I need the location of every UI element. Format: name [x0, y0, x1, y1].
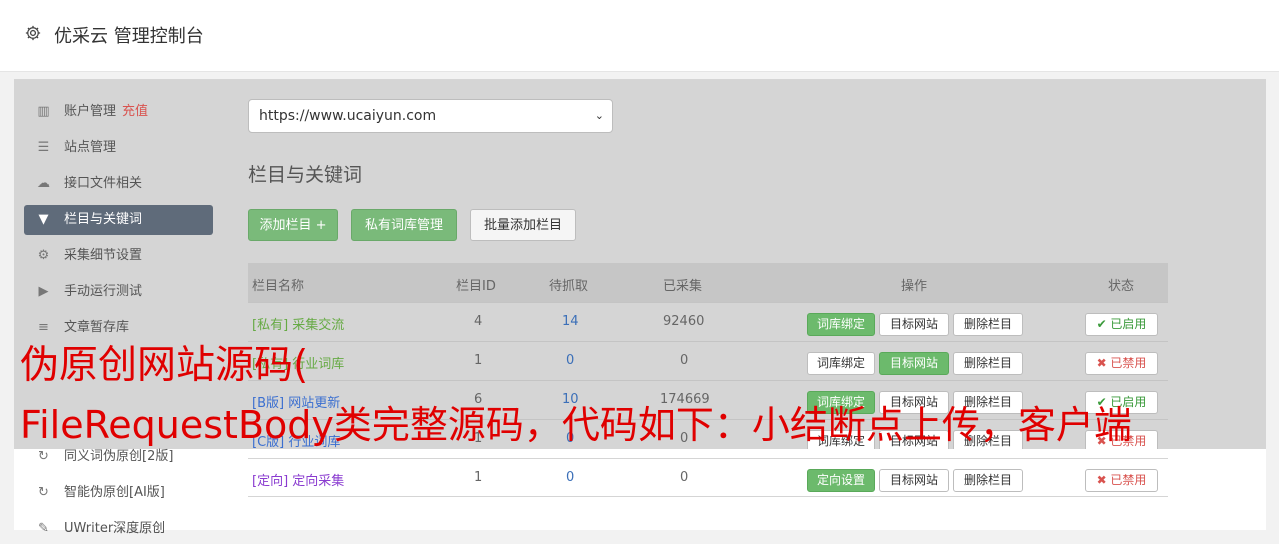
column-id: 1 [474, 353, 483, 368]
page-title: 优采云 管理控制台 [54, 26, 204, 47]
section-heading: 栏目与关键词 [248, 164, 363, 186]
directed-settings-button[interactable]: 定向设置 [807, 469, 875, 492]
cloud-upload-icon: ☁ [37, 176, 50, 191]
table-header [248, 263, 1168, 302]
batch-add-column-button[interactable]: 批量添加栏目 [470, 209, 576, 241]
sidebar-item-ai-rewrite-lower[interactable]: ↻ 智能伪原创[AI版] [24, 478, 213, 508]
refresh-icon: ↻ [38, 449, 49, 464]
recharge-link[interactable]: 充值 [122, 104, 148, 119]
collected-count: 0 [680, 470, 689, 485]
sidebar-item-article-store[interactable]: ≡ 文章暂存库 [24, 313, 213, 343]
column-id: 1 [474, 470, 483, 485]
add-column-button[interactable]: 添加栏目 + [248, 209, 338, 241]
sidebar-item-label: 文章暂存库 [64, 320, 130, 335]
sidebar-item-collect-settings[interactable]: ⚙ 采集细节设置 [24, 241, 213, 271]
sidebar-item-label: 账户管理 [64, 104, 117, 119]
sidebar-item-account[interactable]: ▥ 账户管理 充值 [24, 97, 213, 127]
site-select[interactable]: https://www.ucaiyun.com ⌄ [248, 99, 613, 133]
sidebar-item-label: UWriter深度原创 [64, 521, 166, 536]
bar-chart-icon: ▥ [37, 104, 50, 119]
overlay-text-line-1: 伪原创网站源码( [20, 343, 309, 388]
column-name[interactable]: [定向] 定向采集 [252, 470, 344, 489]
gear-icon [25, 25, 41, 41]
site-select-value: https://www.ucaiyun.com [259, 108, 437, 124]
delete-column-button[interactable]: 删除栏目 [953, 313, 1023, 336]
table-row [248, 458, 1168, 497]
filter-icon: ▼ [38, 212, 49, 227]
column-title: 定向采集 [292, 474, 345, 489]
pending-count[interactable]: 14 [562, 314, 579, 329]
column-header: 状态 [1108, 279, 1135, 294]
bind-lexicon-button[interactable]: 词库绑定 [807, 313, 875, 336]
sidebar-item-label: 栏目与关键词 [64, 212, 143, 227]
sidebar-item-uwriter-lower[interactable]: ✎ UWriter深度原创 [24, 514, 213, 544]
table-row [248, 302, 1168, 341]
sidebar-item-sites[interactable]: ☰ 站点管理 [24, 133, 213, 163]
database-icon: ≡ [38, 320, 49, 335]
column-header: 待抓取 [549, 279, 589, 294]
gears-icon: ⚙ [37, 248, 50, 263]
server-icon: ☰ [37, 140, 50, 155]
chevron-down-icon: ⌄ [594, 109, 604, 122]
sidebar-item-label: 采集细节设置 [64, 248, 143, 263]
collected-count: 92460 [663, 314, 705, 329]
target-site-button[interactable]: 目标网站 [879, 469, 949, 492]
sidebar-item-columns-keywords[interactable]: ▼ 栏目与关键词 [24, 205, 213, 235]
sidebar-item-label: 手动运行测试 [64, 284, 143, 299]
delete-column-button[interactable]: 删除栏目 [953, 352, 1023, 375]
top-header: 优采云 管理控制台 [0, 0, 1279, 72]
table-row [248, 341, 1168, 380]
column-header: 操作 [901, 279, 928, 294]
column-header: 栏目名称 [252, 279, 305, 294]
refresh-icon: ↻ [38, 485, 49, 500]
pending-count[interactable]: 0 [566, 353, 574, 368]
column-header: 已采集 [663, 279, 703, 294]
pending-count[interactable]: 0 [566, 470, 574, 485]
target-site-button[interactable]: 目标网站 [879, 313, 949, 336]
private-lexicon-button[interactable]: 私有词库管理 [351, 209, 457, 241]
play-circle-icon: ▶ [38, 284, 49, 299]
column-tag: [定向] [252, 474, 289, 489]
edit-icon: ✎ [38, 521, 49, 536]
collected-count: 0 [680, 353, 689, 368]
sidebar-item-label: 智能伪原创[AI版] [64, 485, 165, 500]
sidebar-item-interface-files[interactable]: ☁ 接口文件相关 [24, 169, 213, 199]
status-toggle[interactable]: ✖ 已禁用 [1085, 469, 1158, 492]
column-title: 采集交流 [292, 318, 345, 333]
column-header: 栏目ID [456, 279, 496, 294]
sidebar-item-manual-test[interactable]: ▶ 手动运行测试 [24, 277, 213, 307]
delete-column-button[interactable]: 删除栏目 [953, 469, 1023, 492]
sidebar-item-label: 站点管理 [64, 140, 117, 155]
sidebar-item-label: 同义词伪原创[2版] [64, 449, 174, 464]
target-site-button[interactable]: 目标网站 [879, 352, 949, 375]
bind-lexicon-button[interactable]: 词库绑定 [807, 352, 875, 375]
status-toggle[interactable]: ✔ 已启用 [1085, 313, 1158, 336]
column-name[interactable]: [私有] 采集交流 [252, 314, 344, 333]
status-toggle[interactable]: ✖ 已禁用 [1085, 352, 1158, 375]
sidebar-item-label: 接口文件相关 [64, 176, 143, 191]
overlay-text-line-2: FileRequestBody类完整源码，代码如下：小结断点上传，客户端 [20, 403, 1132, 447]
column-id: 4 [474, 314, 483, 329]
column-tag: [私有] [252, 318, 289, 333]
